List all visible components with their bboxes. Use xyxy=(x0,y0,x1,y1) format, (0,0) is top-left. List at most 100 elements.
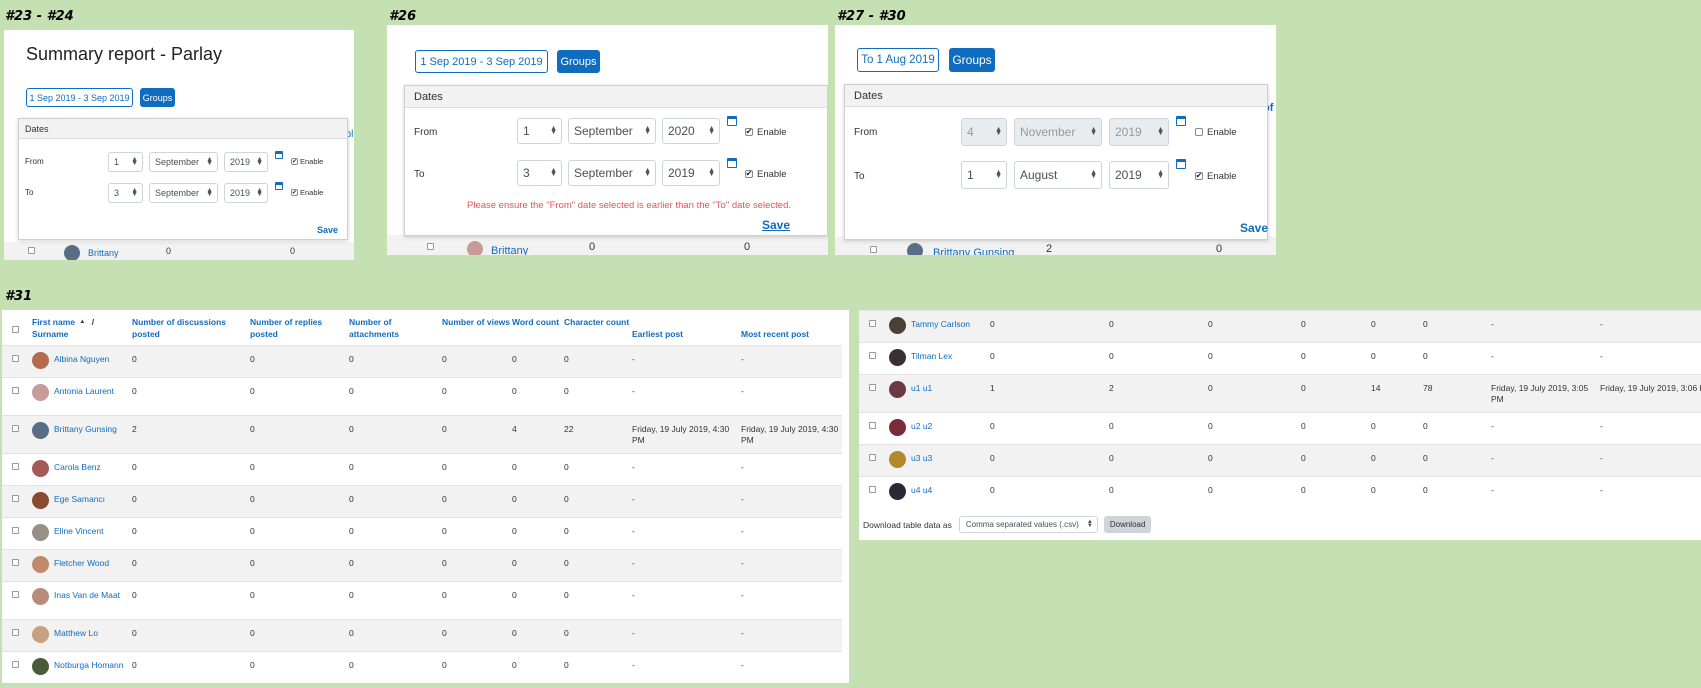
user-name-link[interactable]: Ege Samancı xyxy=(54,494,105,505)
col-replies-header[interactable]: Number of replies posted xyxy=(250,310,349,345)
row-select-cell xyxy=(2,344,32,377)
user-name-link[interactable]: Fletcher Wood xyxy=(54,558,109,569)
row-checkbox[interactable] xyxy=(28,247,35,254)
groups-button[interactable]: Groups xyxy=(140,88,175,107)
user-name-link[interactable]: u4 u4 xyxy=(911,485,932,496)
row-checkbox[interactable] xyxy=(12,354,19,362)
col-recent-header[interactable]: Most recent post xyxy=(741,310,842,345)
user-name-link[interactable]: Eline Vincent xyxy=(54,526,103,537)
to-calendar-icon[interactable] xyxy=(726,156,738,168)
user-name-link[interactable]: Albina Nguyen xyxy=(54,354,109,365)
to-day-select[interactable]: 3 ▲ ▼ xyxy=(108,183,143,203)
user-name-link[interactable]: Matthew Lo xyxy=(54,628,98,639)
row-checkbox[interactable] xyxy=(12,558,19,566)
row-name[interactable]: Brittany Gunsing xyxy=(933,247,1014,255)
user-name-link[interactable]: Inas Van de Maat xyxy=(54,590,120,601)
row-checkbox[interactable] xyxy=(869,486,876,493)
to-day-select[interactable]: 3 ▲ ▼ xyxy=(517,160,562,186)
user-name-link[interactable]: Brittany Gunsing xyxy=(54,424,117,435)
to-month-select[interactable]: September ▲ ▼ xyxy=(568,160,656,186)
table-row: Brittany Gunsing 2 0 0 0 4 22 Friday, 19 July 2… xyxy=(2,414,842,453)
user-name-link[interactable]: Carola Benz xyxy=(54,462,101,473)
col-earliest-header[interactable]: Earliest post xyxy=(632,310,741,345)
from-month-select[interactable]: September ▲ ▼ xyxy=(149,152,218,172)
from-enable-checkbox[interactable]: ✔ xyxy=(291,158,298,165)
to-year-select[interactable]: 2019 ▲ ▼ xyxy=(662,160,720,186)
row-name[interactable]: Brittany xyxy=(491,245,528,255)
to-month-select[interactable]: August ▲ ▼ xyxy=(1014,161,1102,189)
date-range-button[interactable]: 1 Sep 2019 - 3 Sep 2019 xyxy=(26,88,133,107)
from-day-select[interactable]: 4 ▲ ▼ xyxy=(961,118,1007,146)
row-checkbox[interactable] xyxy=(12,590,19,598)
first-name-sort[interactable]: First name xyxy=(32,317,75,327)
row-checkbox[interactable] xyxy=(869,422,876,429)
charcount-cell: 0 xyxy=(1423,476,1491,509)
row-checkbox[interactable] xyxy=(870,246,877,253)
to-calendar-icon[interactable] xyxy=(1175,157,1187,169)
from-year-select[interactable]: 2019 ▲ ▼ xyxy=(1109,118,1169,146)
col-discussions-header[interactable]: Number of discussions posted xyxy=(132,310,250,345)
user-name-link[interactable]: Notburga Homann xyxy=(54,660,123,671)
from-calendar-icon[interactable] xyxy=(274,149,284,159)
save-link[interactable]: Save xyxy=(317,225,338,235)
row-checkbox[interactable] xyxy=(12,526,19,534)
to-enable-checkbox[interactable]: ✔ xyxy=(1195,172,1203,180)
dates-heading: Dates xyxy=(19,119,347,139)
row-checkbox[interactable] xyxy=(12,386,19,394)
to-calendar-icon[interactable] xyxy=(274,180,284,190)
row-checkbox[interactable] xyxy=(12,494,19,502)
to-enable-checkbox[interactable]: ✔ xyxy=(291,189,298,196)
from-day-select[interactable]: 1 ▲ ▼ xyxy=(517,118,562,144)
from-enable-checkbox[interactable]: ✔ xyxy=(745,128,753,136)
to-month-select[interactable]: September ▲ ▼ xyxy=(149,183,218,203)
to-enable-checkbox[interactable]: ✔ xyxy=(745,170,753,178)
from-month-select[interactable]: November ▲ ▼ xyxy=(1014,118,1102,146)
dates-popover: Dates From 4 ▲ ▼ November ▲ ▼ 2019 ▲ ▼ Enable … xyxy=(844,84,1268,240)
surname-sort[interactable]: Surname xyxy=(32,329,68,339)
to-day-select[interactable]: 1 ▲ ▼ xyxy=(961,161,1007,189)
select-all-checkbox[interactable] xyxy=(12,326,19,333)
from-calendar-icon[interactable] xyxy=(726,114,738,126)
recent-post-cell: Friday, 19 July 2019, 4:30 PM xyxy=(741,414,842,453)
col-charcount-header[interactable]: Character count xyxy=(564,310,632,345)
user-name-link[interactable]: u1 u1 xyxy=(911,383,932,394)
row-checkbox[interactable] xyxy=(12,462,19,470)
from-month-select[interactable]: September ▲ ▼ xyxy=(568,118,656,144)
date-range-button[interactable]: To 1 Aug 2019 xyxy=(857,48,939,72)
save-link[interactable]: Save xyxy=(1240,221,1268,235)
user-name-link[interactable]: Tilman Lex xyxy=(911,351,952,362)
row-checkbox[interactable] xyxy=(869,352,876,359)
row-checkbox[interactable] xyxy=(869,454,876,461)
user-name-link[interactable]: Tammy Carlson xyxy=(911,319,970,330)
from-year-select[interactable]: 2019 ▲ ▼ xyxy=(224,152,268,172)
name-cell: u3 u3 xyxy=(889,444,990,477)
user-name-link[interactable]: u3 u3 xyxy=(911,453,932,464)
from-day-select[interactable]: 1 ▲ ▼ xyxy=(108,152,143,172)
from-calendar-icon[interactable] xyxy=(1175,114,1187,126)
user-name-link[interactable]: u2 u2 xyxy=(911,421,932,432)
to-label: To xyxy=(854,171,865,182)
groups-button[interactable]: Groups xyxy=(557,50,600,73)
user-name-link[interactable]: Antonia Laurent xyxy=(54,386,114,397)
from-year-select[interactable]: 2020 ▲ ▼ xyxy=(662,118,720,144)
caption-26: #26 xyxy=(389,9,417,24)
col-views-header[interactable]: Number of views xyxy=(442,310,512,345)
row-name[interactable]: Brittany xyxy=(88,248,119,258)
row-checkbox[interactable] xyxy=(12,660,19,668)
groups-button[interactable]: Groups xyxy=(949,48,995,72)
save-link[interactable]: Save xyxy=(762,218,790,232)
download-format-select[interactable]: Comma separated values (.csv) ▲ ▼ xyxy=(958,516,1098,533)
date-range-button[interactable]: 1 Sep 2019 - 3 Sep 2019 xyxy=(415,50,548,73)
row-checkbox[interactable] xyxy=(427,243,434,250)
download-button[interactable]: Download xyxy=(1103,516,1152,533)
row-checkbox[interactable] xyxy=(869,384,876,391)
row-checkbox[interactable] xyxy=(869,320,876,327)
from-enable-checkbox[interactable] xyxy=(1195,128,1203,136)
col-wordcount-header[interactable]: Word count xyxy=(512,310,564,345)
row-checkbox[interactable] xyxy=(12,424,19,432)
avatar xyxy=(32,491,49,509)
to-year-select[interactable]: 2019 ▲ ▼ xyxy=(224,183,268,203)
row-checkbox[interactable] xyxy=(12,628,19,636)
col-attachments-header[interactable]: Number of attachments xyxy=(349,310,442,345)
to-year-select[interactable]: 2019 ▲ ▼ xyxy=(1109,161,1169,189)
